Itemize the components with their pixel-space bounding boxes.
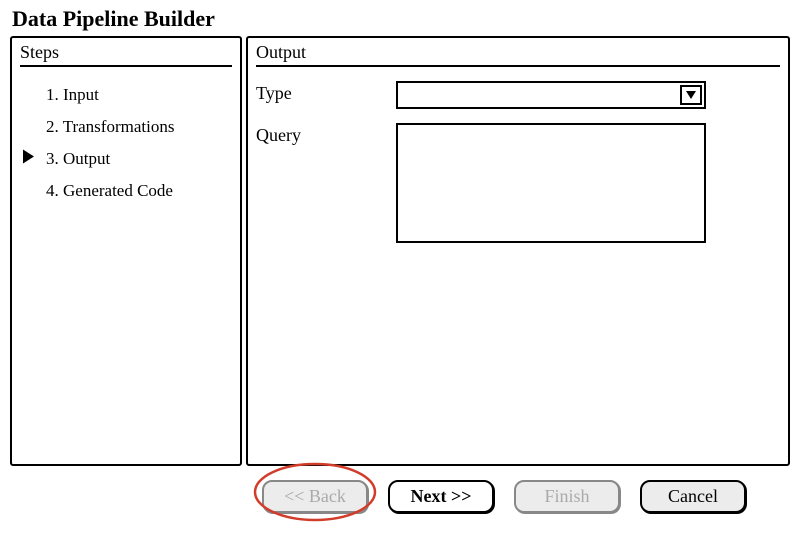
type-label: Type — [256, 81, 396, 104]
finish-button[interactable]: Finish — [514, 480, 620, 513]
output-header: Output — [256, 42, 780, 67]
wizard-body: Steps 1. Input 2. Transformations 3. Out… — [10, 36, 790, 466]
dropdown-button[interactable] — [680, 85, 702, 105]
type-select[interactable] — [396, 81, 706, 109]
cancel-button[interactable]: Cancel — [640, 480, 746, 513]
output-panel: Output Type Query — [246, 36, 790, 466]
type-row: Type — [256, 81, 780, 109]
step-output[interactable]: 3. Output — [24, 143, 232, 175]
step-transformations[interactable]: 2. Transformations — [24, 111, 232, 143]
back-button[interactable]: << Back — [262, 480, 368, 513]
step-generated-code[interactable]: 4. Generated Code — [24, 175, 232, 207]
step-label: 3. Output — [46, 149, 110, 168]
steps-list: 1. Input 2. Transformations 3. Output 4.… — [20, 75, 232, 207]
query-textarea[interactable] — [396, 123, 706, 243]
steps-header: Steps — [20, 42, 232, 67]
current-step-icon — [22, 149, 36, 170]
wizard-buttons: << Back Next >> Finish Cancel — [10, 466, 790, 513]
next-button[interactable]: Next >> — [388, 480, 494, 513]
page-title: Data Pipeline Builder — [12, 6, 790, 32]
step-label: 4. Generated Code — [46, 181, 173, 200]
steps-panel: Steps 1. Input 2. Transformations 3. Out… — [10, 36, 242, 466]
query-label: Query — [256, 123, 396, 146]
query-row: Query — [256, 123, 780, 243]
chevron-down-icon — [685, 90, 697, 100]
step-input[interactable]: 1. Input — [24, 79, 232, 111]
step-label: 1. Input — [46, 85, 99, 104]
step-label: 2. Transformations — [46, 117, 174, 136]
